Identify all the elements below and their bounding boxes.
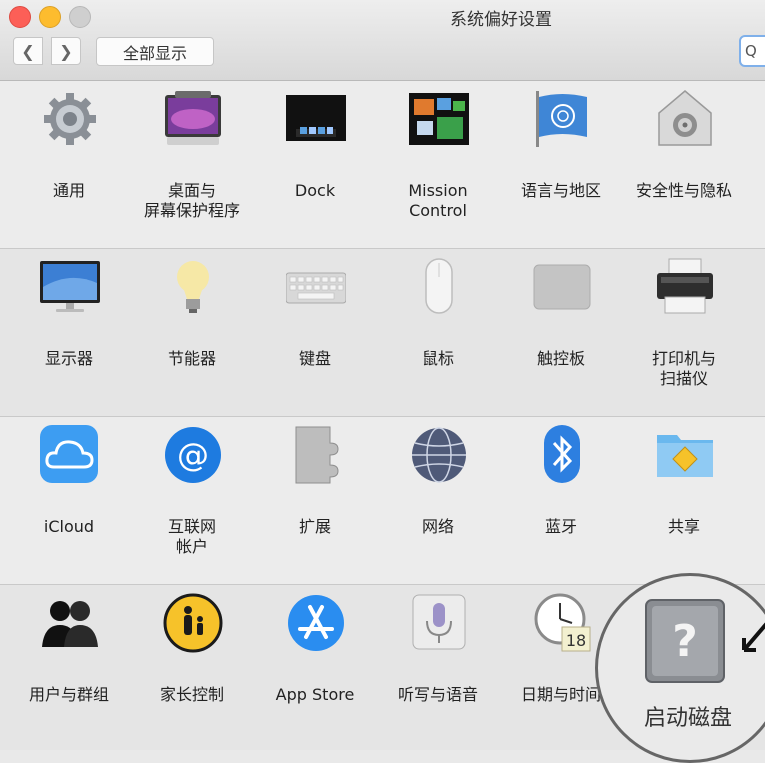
- vault-icon: [658, 90, 712, 146]
- mission-control-icon: [409, 93, 469, 145]
- pref-desktop-screensaver[interactable]: 桌面与 屏幕保护程序: [132, 81, 252, 231]
- prefs-row-personal: 通用 桌面与 屏幕保护程序 Dock Mission Control 语言与地区…: [0, 81, 765, 249]
- pref-label: 安全性与隐私: [635, 181, 732, 200]
- pref-icloud[interactable]: iCloud: [9, 417, 129, 567]
- pref-parental-controls[interactable]: 家长控制: [132, 585, 252, 735]
- pref-label: 共享: [667, 517, 700, 536]
- pref-language-region[interactable]: 语言与地区: [501, 81, 621, 231]
- chevron-right-icon: ❯: [59, 41, 73, 61]
- bluetooth-icon: [544, 425, 580, 483]
- pref-label: Dock: [294, 181, 336, 200]
- pref-extensions[interactable]: 扩展: [255, 417, 375, 567]
- app-store-icon: [288, 595, 344, 651]
- prefs-row-internet: iCloud @ 互联网 帐户 扩展 网络 蓝牙 共享: [0, 417, 765, 585]
- icloud-icon: [40, 425, 98, 483]
- monitor-icon: [40, 261, 100, 312]
- svg-text:?: ?: [672, 616, 698, 667]
- pref-energy-saver[interactable]: 节能器: [132, 249, 252, 399]
- printer-icon: [657, 258, 713, 314]
- pref-mouse[interactable]: 鼠标: [378, 249, 498, 399]
- pref-keyboard[interactable]: 键盘: [255, 249, 375, 399]
- svg-text:@: @: [177, 436, 209, 474]
- calendar-day: 18: [566, 631, 586, 650]
- pref-label: 桌面与 屏幕保护程序: [143, 181, 240, 220]
- pref-label: 家长控制: [159, 685, 224, 704]
- back-button[interactable]: ❮: [13, 37, 43, 65]
- hard-disk-icon[interactable]: ?: [640, 598, 730, 686]
- pref-label: 节能器: [167, 349, 216, 368]
- search-icon: Q: [745, 42, 757, 60]
- pref-dictation-speech[interactable]: 听写与语音: [378, 585, 498, 735]
- users-icon: [42, 601, 98, 647]
- trackpad-icon: [533, 264, 591, 310]
- pref-dock[interactable]: Dock: [255, 81, 375, 231]
- pref-label: App Store: [275, 685, 355, 704]
- at-icon: @: [165, 427, 221, 483]
- desktop-icon: [165, 91, 221, 145]
- keyboard-icon: [286, 272, 346, 304]
- pref-displays[interactable]: 显示器: [9, 249, 129, 399]
- pref-label: Mission Control: [408, 181, 468, 220]
- clock-icon: 18: [534, 593, 591, 652]
- globe-icon: [412, 427, 466, 483]
- pref-users-groups[interactable]: 用户与群组: [9, 585, 129, 735]
- pref-mission-control[interactable]: Mission Control: [378, 81, 498, 231]
- toolbar: 系统偏好设置 ❮ ❯ 全部显示 Q: [0, 0, 765, 81]
- pref-label: 蓝牙: [544, 517, 577, 536]
- pref-label: 鼠标: [421, 349, 454, 368]
- pref-label: 触控板: [536, 349, 585, 368]
- pref-security-privacy[interactable]: 安全性与隐私: [624, 81, 744, 231]
- un-flag-icon: [536, 91, 587, 147]
- parental-icon: [163, 593, 223, 653]
- window-title: 系统偏好设置: [450, 10, 552, 30]
- pref-label: 显示器: [44, 349, 93, 368]
- startup-disk-label[interactable]: 启动磁盘: [628, 700, 748, 732]
- search-field[interactable]: Q: [739, 35, 765, 67]
- pref-label: 通用: [52, 181, 85, 200]
- pref-sharing[interactable]: 共享: [624, 417, 744, 567]
- bulb-icon: [177, 261, 209, 313]
- show-all-button[interactable]: 全部显示: [96, 37, 214, 66]
- pref-trackpad[interactable]: 触控板: [501, 249, 621, 399]
- pref-label: 互联网 帐户: [167, 517, 216, 556]
- pref-network[interactable]: 网络: [378, 417, 498, 567]
- pref-app-store[interactable]: App Store: [255, 585, 375, 735]
- shared-folder-icon: [657, 435, 713, 477]
- pref-label: 打印机与 扫描仪: [651, 349, 716, 388]
- puzzle-icon: [295, 426, 339, 484]
- forward-button[interactable]: ❯: [51, 37, 81, 65]
- pref-printers-scanners[interactable]: 打印机与 扫描仪: [624, 249, 744, 399]
- dock-icon: [286, 95, 346, 141]
- pref-general[interactable]: 通用: [9, 81, 129, 231]
- pref-label: 网络: [421, 517, 454, 536]
- gear-icon: [44, 93, 96, 145]
- microphone-icon: [412, 594, 466, 650]
- prefs-row-hardware: 显示器 节能器 键盘 鼠标 触控板 打印机与 扫描仪: [0, 249, 765, 417]
- pointer-arrow-icon: [742, 622, 765, 652]
- pref-label: iCloud: [43, 517, 95, 536]
- chevron-left-icon: ❮: [21, 41, 35, 61]
- mouse-icon: [425, 258, 453, 314]
- pref-label: 用户与群组: [28, 685, 109, 704]
- pref-label: 扩展: [298, 517, 331, 536]
- pref-label: 听写与语音: [397, 685, 478, 704]
- pref-internet-accounts[interactable]: @ 互联网 帐户: [132, 417, 252, 567]
- pref-label: 语言与地区: [520, 181, 601, 200]
- pref-label: 键盘: [298, 349, 331, 368]
- pref-bluetooth[interactable]: 蓝牙: [501, 417, 621, 567]
